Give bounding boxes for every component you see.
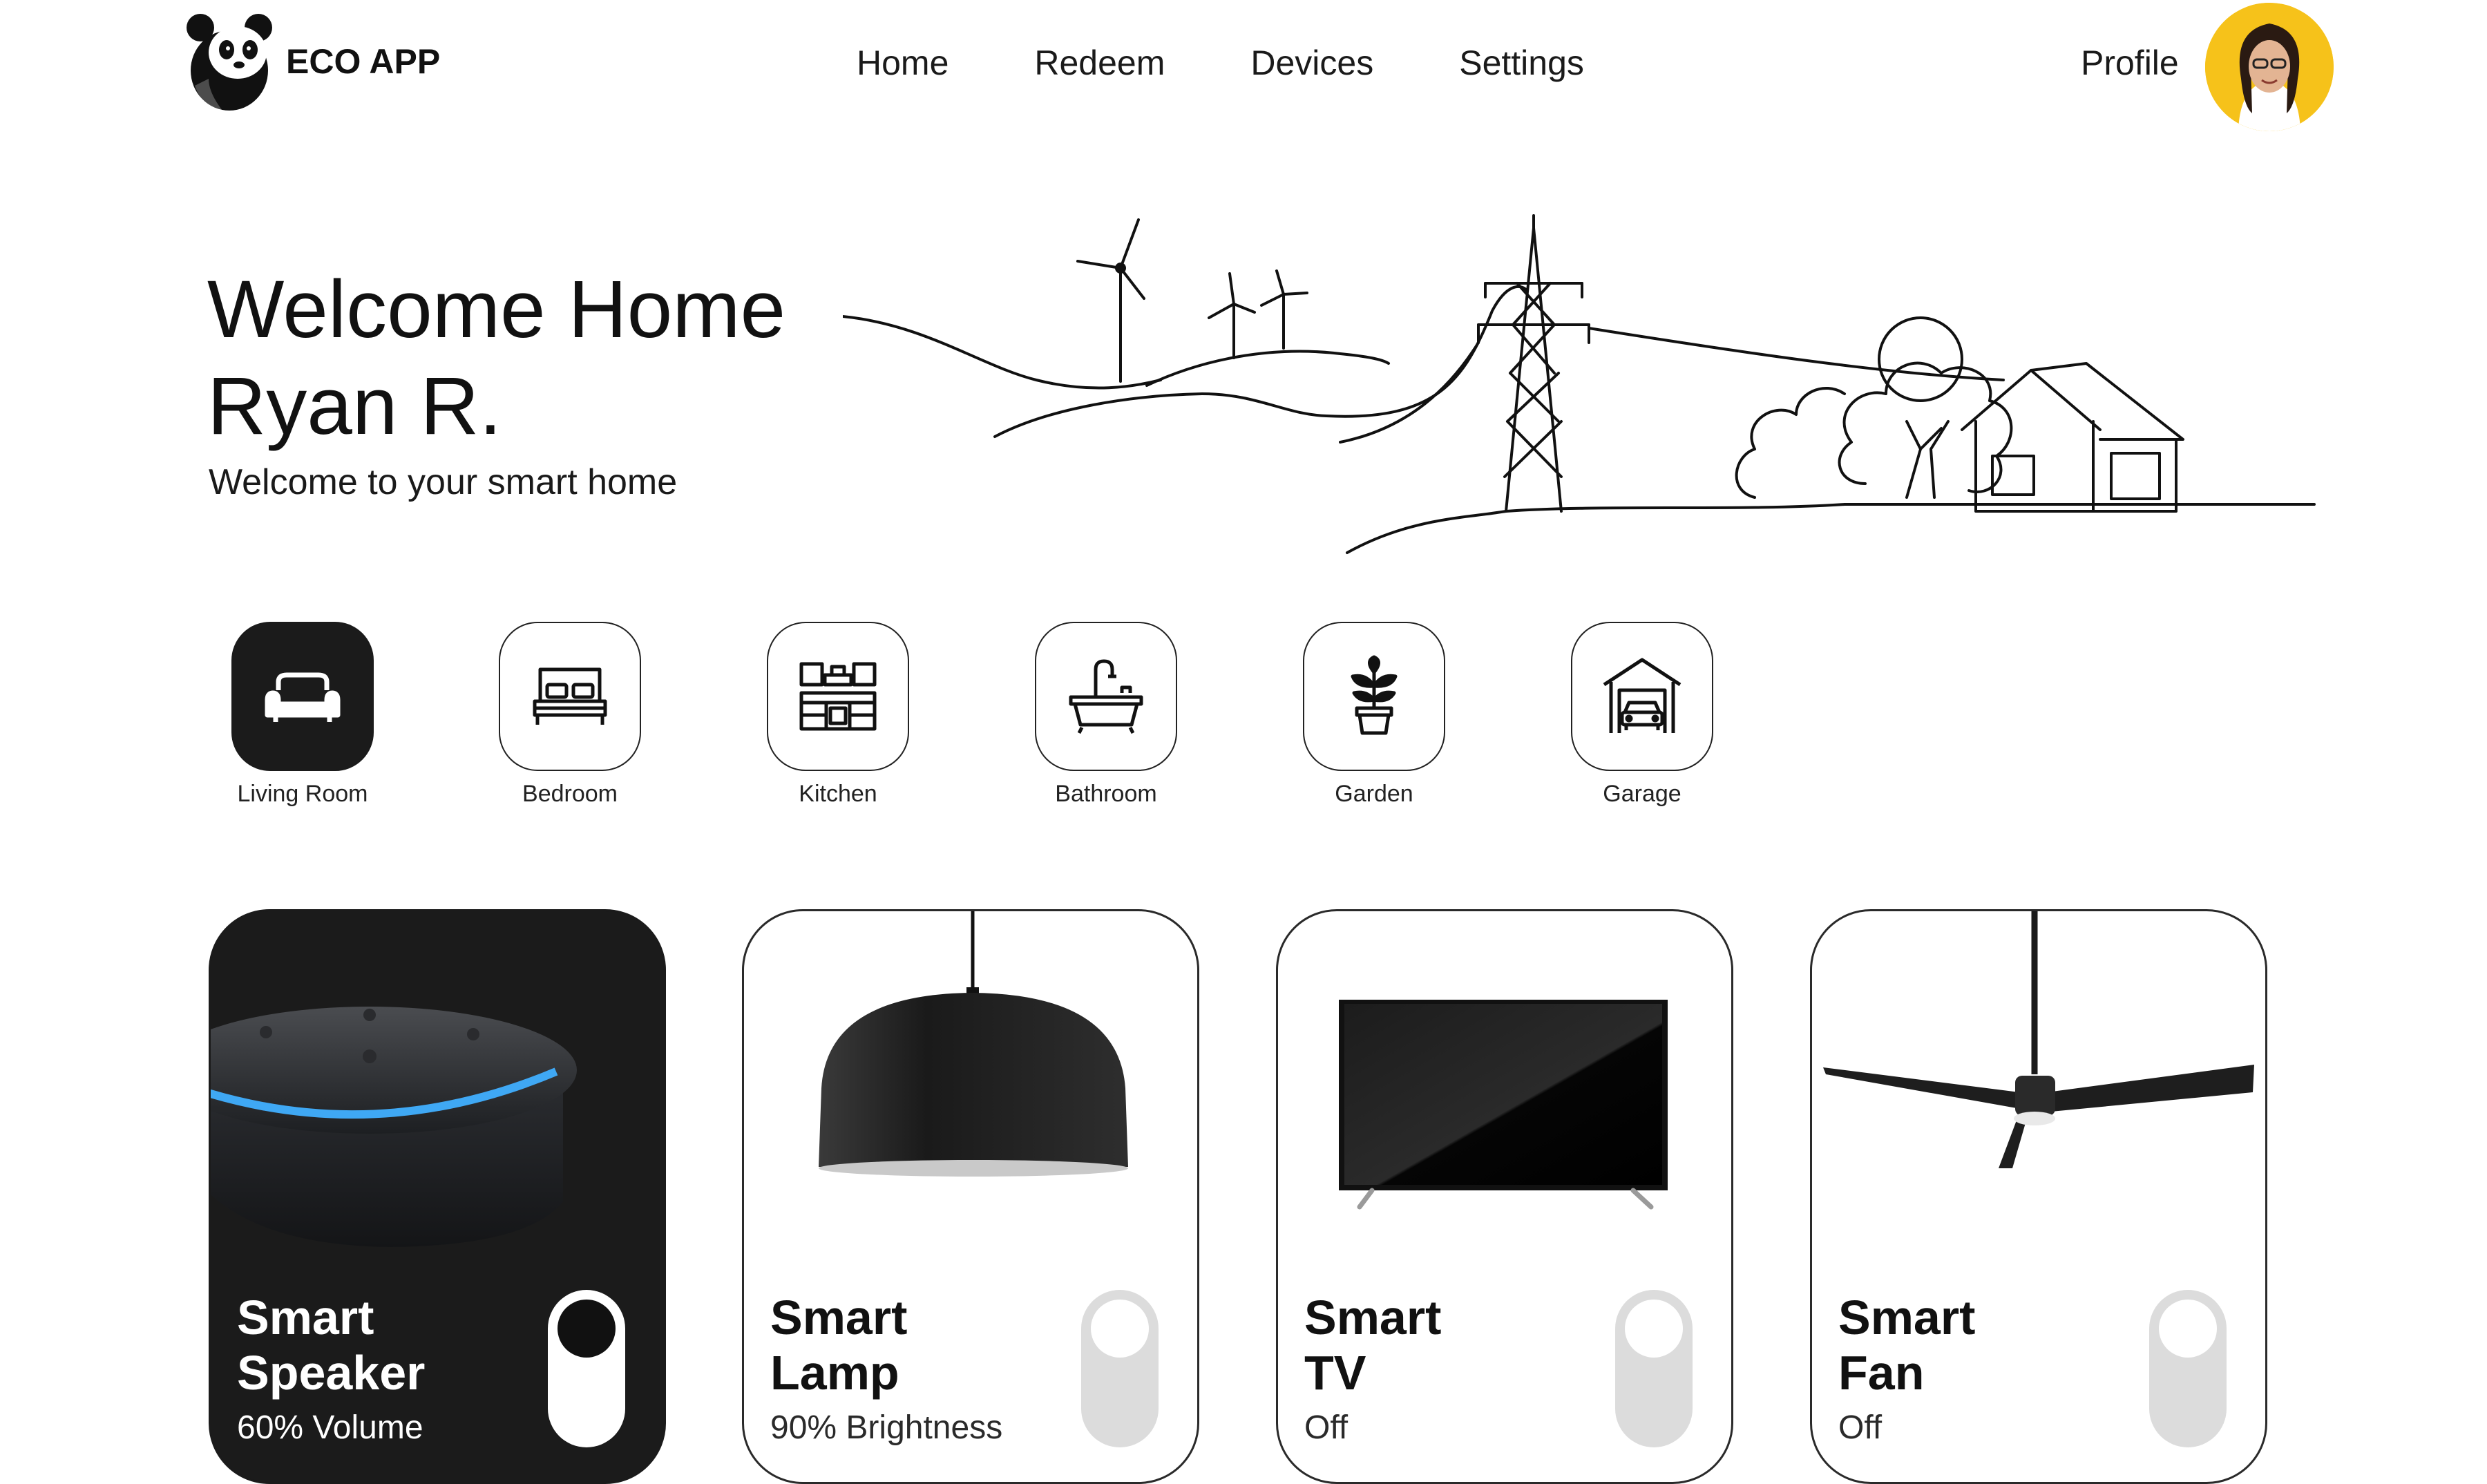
app-name: ECO APP: [286, 42, 441, 81]
welcome-line-1: Welcome Home: [207, 264, 786, 355]
device-card-smart-lamp[interactable]: Smart Lamp 90% Brightness: [742, 909, 1199, 1484]
house-icon: [1961, 362, 2184, 513]
nav-redeem[interactable]: Redeem: [1034, 43, 1165, 83]
toggle-knob: [2159, 1300, 2217, 1358]
device-card-smart-speaker[interactable]: Smart Speaker 60% Volume: [209, 909, 666, 1484]
room-icon-button[interactable]: [1571, 622, 1713, 771]
room-label: Bathroom: [1055, 781, 1157, 807]
device-status: 90% Brightness: [770, 1409, 1003, 1446]
profile-link[interactable]: Profile: [2081, 43, 2179, 83]
eco-landscape-illustration: [843, 214, 2316, 554]
television-image: [1339, 1000, 1668, 1210]
room-living-room[interactable]: Living Room: [230, 622, 375, 808]
device-name: Smart TV: [1304, 1291, 1442, 1400]
avatar[interactable]: [2205, 3, 2334, 131]
nav-devices[interactable]: Devices: [1250, 43, 1373, 83]
device-power-toggle[interactable]: [1615, 1290, 1693, 1447]
welcome-subtitle: Welcome to your smart home: [209, 462, 678, 502]
toggle-knob: [1625, 1300, 1683, 1358]
room-icon-button[interactable]: [1303, 622, 1445, 771]
wind-turbine-icon: [1076, 218, 1145, 383]
app-logo[interactable]: ECO APP: [181, 10, 440, 113]
device-power-toggle[interactable]: [2149, 1290, 2227, 1447]
wind-turbine-icon: [1208, 272, 1256, 359]
room-garden[interactable]: Garden: [1302, 622, 1447, 808]
room-icon-button[interactable]: [499, 622, 641, 771]
panda-logo-icon: [187, 14, 272, 111]
nav-home[interactable]: Home: [857, 43, 949, 83]
device-name: Smart Lamp: [770, 1291, 908, 1400]
device-card-smart-fan[interactable]: Smart Fan Off: [1810, 909, 2267, 1484]
device-status: Off: [1838, 1409, 1883, 1446]
room-label: Living Room: [237, 781, 368, 807]
room-garage[interactable]: Garage: [1570, 622, 1715, 808]
room-kitchen[interactable]: Kitchen: [765, 622, 911, 808]
room-icon-button[interactable]: [767, 622, 909, 771]
garage-icon: [1603, 658, 1681, 733]
room-label: Bedroom: [522, 781, 618, 807]
kitchen-icon: [799, 662, 877, 731]
room-bedroom[interactable]: Bedroom: [497, 622, 642, 808]
room-label: Garage: [1603, 781, 1681, 807]
ceiling-fan-image: [1823, 911, 2254, 1168]
smart-speaker-image: [211, 1007, 577, 1247]
device-power-toggle[interactable]: [1081, 1290, 1159, 1447]
device-status: 60% Volume: [237, 1409, 423, 1446]
bathtub-icon: [1069, 659, 1143, 734]
power-pylon-icon: [1477, 214, 1590, 513]
room-label: Garden: [1335, 781, 1413, 807]
wind-turbine-icon: [1260, 269, 1308, 350]
toggle-knob: [1091, 1300, 1149, 1358]
device-name: Smart Fan: [1838, 1291, 1976, 1400]
user-avatar-icon: [2205, 3, 2334, 131]
main-nav: Home Redeem Devices Settings: [857, 43, 1584, 83]
room-label: Kitchen: [799, 781, 877, 807]
welcome-line-2: Ryan R.: [207, 361, 502, 452]
tree-icon: [1735, 316, 2013, 499]
device-card-smart-tv[interactable]: Smart TV Off: [1276, 909, 1733, 1484]
device-power-toggle[interactable]: [548, 1290, 625, 1447]
device-status: Off: [1304, 1409, 1349, 1446]
pendant-lamp-image: [819, 911, 1128, 1177]
page-title: Welcome Home Ryan R.: [207, 261, 785, 455]
room-bathroom[interactable]: Bathroom: [1033, 622, 1179, 808]
plant-icon: [1351, 655, 1398, 735]
toggle-knob: [558, 1300, 616, 1358]
device-name: Smart Speaker: [237, 1291, 426, 1400]
bed-icon: [533, 667, 607, 725]
room-icon-button[interactable]: [231, 622, 374, 771]
room-icon-button[interactable]: [1035, 622, 1177, 771]
nav-settings[interactable]: Settings: [1459, 43, 1584, 83]
sofa-icon: [265, 672, 341, 722]
